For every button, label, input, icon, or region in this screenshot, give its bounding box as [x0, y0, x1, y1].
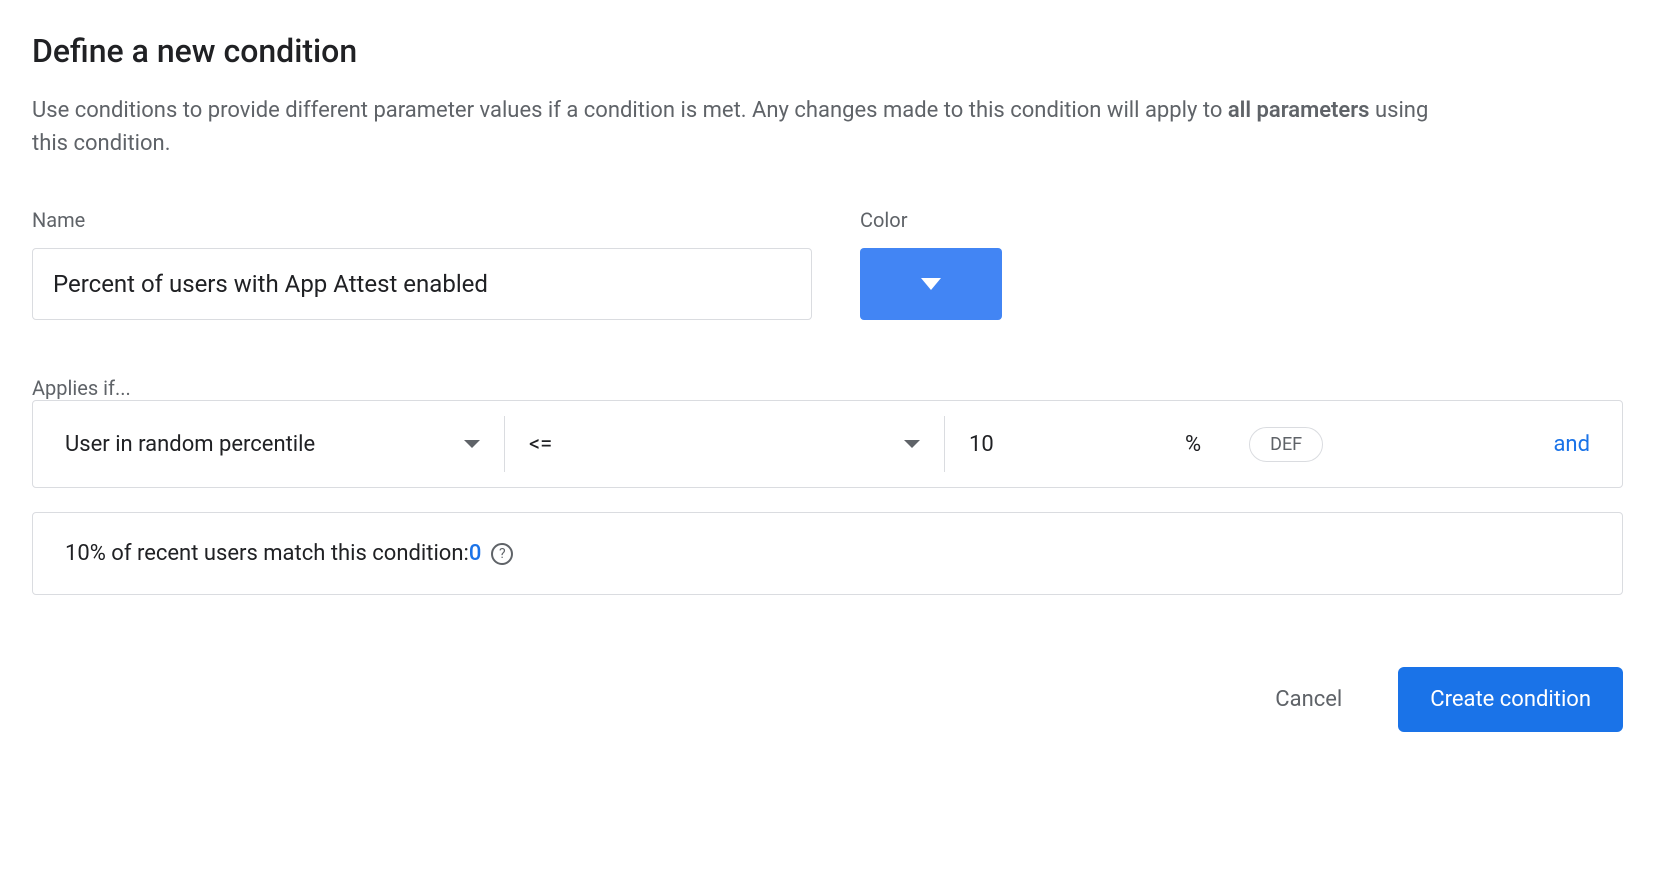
def-chip[interactable]: DEF — [1249, 427, 1323, 462]
operator-dropdown[interactable]: <= — [505, 416, 945, 472]
percentile-value-input[interactable] — [945, 432, 1185, 457]
name-label: Name — [32, 208, 812, 232]
page-title: Define a new condition — [32, 32, 1623, 70]
description-text-before: Use conditions to provide different para… — [32, 98, 1228, 123]
selector-text: User in random percentile — [65, 432, 315, 457]
color-label: Color — [860, 208, 1002, 232]
cancel-button[interactable]: Cancel — [1251, 671, 1366, 728]
and-link[interactable]: and — [1553, 432, 1590, 457]
caret-down-icon — [464, 440, 480, 448]
name-field-group: Name — [32, 208, 812, 320]
applies-if-label: Applies if... — [32, 376, 131, 400]
create-condition-button[interactable]: Create condition — [1398, 667, 1623, 732]
operator-text: <= — [529, 432, 552, 457]
caret-down-icon — [921, 278, 941, 290]
help-icon[interactable]: ? — [491, 543, 513, 565]
name-input[interactable] — [32, 248, 812, 320]
match-text: 10% of recent users match this condition… — [65, 541, 469, 566]
caret-down-icon — [904, 440, 920, 448]
field-row: Name Color — [32, 208, 1623, 320]
color-selector[interactable] — [860, 248, 1002, 320]
condition-row: User in random percentile <= % DEF and — [32, 400, 1623, 488]
match-count: 0 — [469, 541, 482, 566]
page-description: Use conditions to provide different para… — [32, 94, 1432, 160]
color-field-group: Color — [860, 208, 1002, 320]
button-row: Cancel Create condition — [32, 667, 1623, 732]
selector-dropdown[interactable]: User in random percentile — [65, 416, 505, 472]
description-bold: all parameters — [1228, 98, 1370, 123]
match-info-box: 10% of recent users match this condition… — [32, 512, 1623, 595]
percent-symbol: % — [1185, 432, 1201, 457]
